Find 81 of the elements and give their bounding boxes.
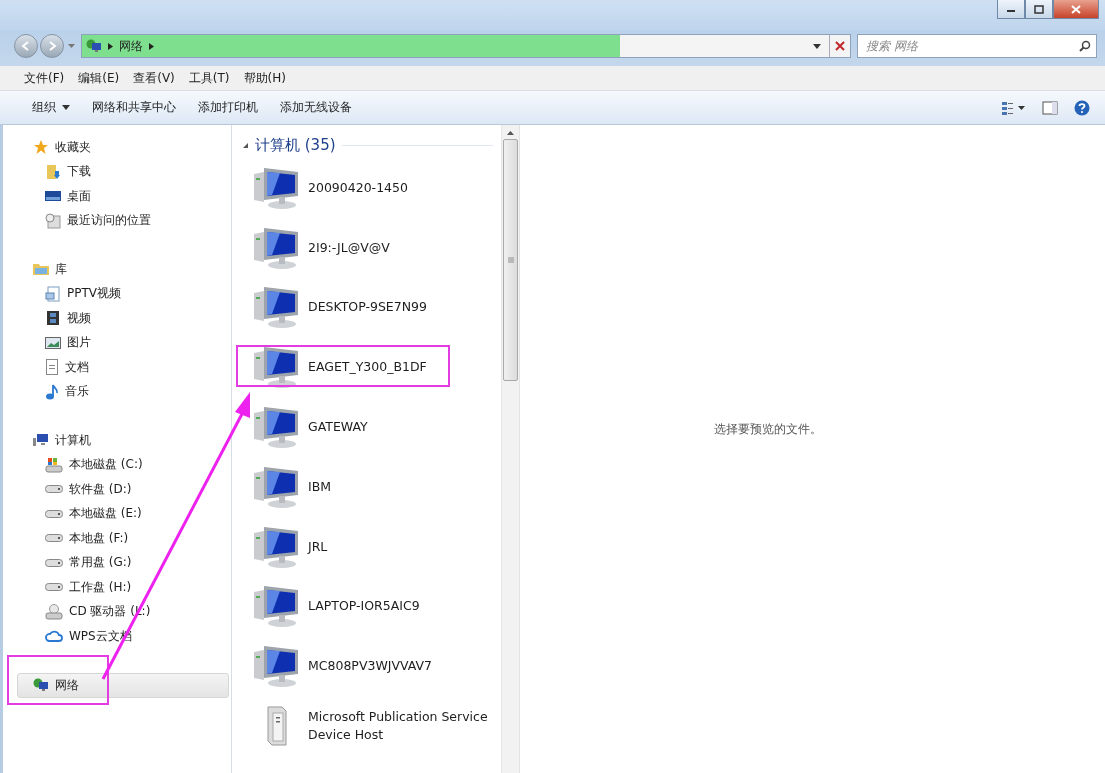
computer-item[interactable]: EAGET_Y300_B1DF <box>232 337 501 398</box>
computer-item[interactable]: 20090420-1450 <box>232 158 501 218</box>
folder-icon <box>33 262 49 277</box>
drive-icon <box>45 583 63 592</box>
drive-icon <box>45 534 63 543</box>
nav-item[interactable]: 本地磁盘 (E:) <box>3 501 231 526</box>
menu-item[interactable]: 帮助(H) <box>243 69 286 87</box>
breadcrumb[interactable]: 网络 <box>119 37 143 55</box>
computer-item[interactable]: LAPTOP-IOR5AIC9 <box>232 576 501 637</box>
picture-icon <box>45 335 61 350</box>
toolbar-button[interactable]: 添加打印机 <box>190 95 266 120</box>
network-icon <box>86 39 102 53</box>
menu-item[interactable]: 工具(T) <box>188 69 230 87</box>
toolbar-button[interactable]: 网络和共享中心 <box>84 95 184 120</box>
computer-item[interactable]: 2I9:-JL@V@V <box>232 217 501 278</box>
maximize-button[interactable] <box>1025 0 1053 19</box>
star-icon <box>33 139 49 156</box>
maximize-icon <box>1034 4 1044 14</box>
nav-item[interactable]: 常用盘 (G:) <box>3 550 231 575</box>
caret-icon <box>62 105 70 110</box>
close-icon <box>1071 4 1081 14</box>
breadcrumb-arrow-icon[interactable] <box>108 42 113 50</box>
history-dropdown-icon[interactable] <box>68 43 75 49</box>
drive-icon <box>45 456 63 473</box>
computer-item[interactable]: DESKTOP-9SE7N99 <box>232 277 501 338</box>
minimize-button[interactable] <box>997 0 1025 19</box>
nav-item[interactable]: 视频 <box>3 306 231 331</box>
nav-item[interactable]: 最近访问的位置 <box>3 208 231 233</box>
scrollbar-thumb[interactable] <box>503 139 518 381</box>
collapse-icon[interactable] <box>242 141 249 149</box>
cd-drive-icon <box>45 603 63 620</box>
film-icon <box>45 310 61 327</box>
nav-item[interactable]: 本地盘 (F:) <box>3 526 231 551</box>
nav-item[interactable]: 文档 <box>3 355 231 380</box>
toolbar-button[interactable]: 添加无线设备 <box>272 95 360 120</box>
menu-item[interactable]: 文件(F) <box>24 69 65 87</box>
computer-item[interactable]: GATEWAY <box>232 397 501 457</box>
monitor-icon <box>45 189 61 204</box>
computer-item[interactable]: Microsoft Publication Service Device Host <box>232 696 501 756</box>
nav-item[interactable]: PPTV视频 <box>3 281 231 306</box>
computer-icon <box>33 433 49 448</box>
nav-item[interactable]: 桌面 <box>3 184 231 209</box>
group-title[interactable]: 计算机 (35) <box>255 135 336 155</box>
nav-item[interactable]: 网络 <box>17 672 229 698</box>
address-bar[interactable]: 网络 <box>81 34 851 58</box>
computer-item[interactable]: IBM <box>232 457 501 517</box>
computer-item[interactable]: JRL <box>232 516 501 577</box>
search-icon[interactable] <box>1079 40 1091 52</box>
music-note-icon <box>45 383 59 400</box>
nav-item[interactable]: 图片 <box>3 330 231 355</box>
nav-item[interactable]: 计算机 <box>3 428 231 453</box>
breadcrumb-arrow-icon[interactable] <box>149 42 154 50</box>
close-icon <box>835 41 845 51</box>
scroll-up-icon[interactable] <box>507 131 514 135</box>
computer-item[interactable]: MC808PV3WJVVAV7 <box>232 636 501 697</box>
cloud-icon <box>45 629 63 644</box>
recent-places-icon <box>45 212 61 229</box>
nav-item[interactable]: 收藏夹 <box>3 135 231 160</box>
preview-message: 选择要预览的文件。 <box>713 420 822 438</box>
folder-icon <box>45 163 61 180</box>
back-button[interactable] <box>14 34 38 58</box>
drive-icon <box>45 509 63 518</box>
nav-item[interactable]: 音乐 <box>3 379 231 404</box>
menu-item[interactable]: 编辑(E) <box>78 69 120 87</box>
drive-icon <box>45 558 63 567</box>
nav-item[interactable]: 库 <box>3 257 231 282</box>
search-field[interactable]: 搜索 网络 <box>857 34 1097 58</box>
nav-item[interactable]: 软件盘 (D:) <box>3 477 231 502</box>
nav-item[interactable]: 本地磁盘 (C:) <box>3 452 231 477</box>
drive-icon <box>45 485 63 494</box>
dropdown-icon[interactable] <box>813 43 821 49</box>
nav-item[interactable]: 工作盘 (H:) <box>3 575 231 600</box>
nav-item[interactable]: 下载 <box>3 159 231 184</box>
close-button[interactable] <box>1053 0 1099 19</box>
menu-item[interactable]: 查看(V) <box>133 69 175 87</box>
toolbar-button[interactable]: 组织 <box>24 95 78 120</box>
forward-button[interactable] <box>40 34 64 58</box>
library-icon <box>45 285 61 302</box>
network-icon <box>33 678 49 692</box>
document-icon <box>45 359 59 376</box>
server-icon <box>267 706 287 747</box>
